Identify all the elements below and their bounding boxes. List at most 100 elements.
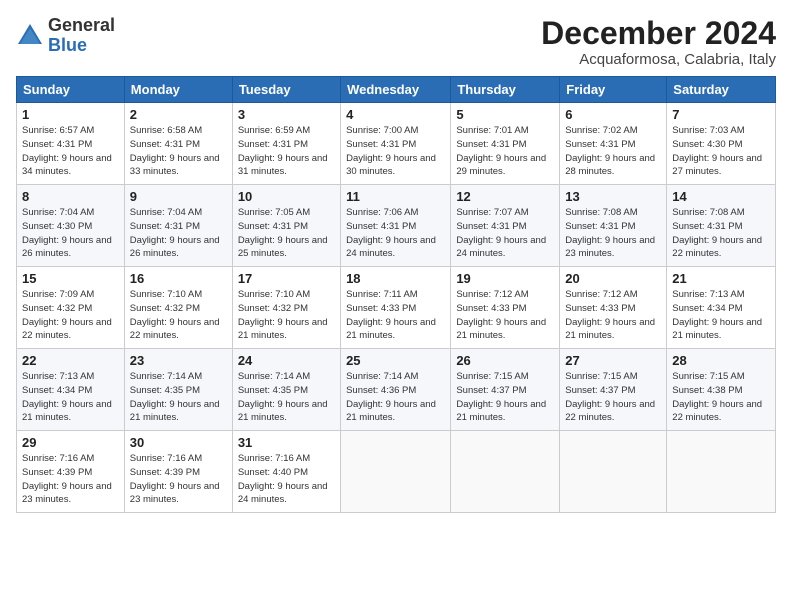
- day-info: Sunrise: 7:16 AMSunset: 4:39 PMDaylight:…: [130, 453, 220, 505]
- calendar-table: SundayMondayTuesdayWednesdayThursdayFrid…: [16, 76, 776, 513]
- calendar-week-row: 15 Sunrise: 7:09 AMSunset: 4:32 PMDaylig…: [17, 267, 776, 349]
- calendar-header-row: SundayMondayTuesdayWednesdayThursdayFrid…: [17, 77, 776, 103]
- day-info: Sunrise: 7:01 AMSunset: 4:31 PMDaylight:…: [456, 125, 546, 177]
- day-number: 8: [22, 189, 119, 204]
- day-number: 25: [346, 353, 445, 368]
- day-info: Sunrise: 7:16 AMSunset: 4:40 PMDaylight:…: [238, 453, 328, 505]
- day-info: Sunrise: 6:59 AMSunset: 4:31 PMDaylight:…: [238, 125, 328, 177]
- day-info: Sunrise: 7:15 AMSunset: 4:37 PMDaylight:…: [565, 371, 655, 423]
- calendar-cell: 4 Sunrise: 7:00 AMSunset: 4:31 PMDayligh…: [341, 103, 451, 185]
- day-number: 9: [130, 189, 227, 204]
- day-number: 28: [672, 353, 770, 368]
- day-info: Sunrise: 7:10 AMSunset: 4:32 PMDaylight:…: [130, 289, 220, 341]
- day-info: Sunrise: 6:57 AMSunset: 4:31 PMDaylight:…: [22, 125, 112, 177]
- logo-blue-text: Blue: [48, 35, 87, 55]
- calendar-cell: 7 Sunrise: 7:03 AMSunset: 4:30 PMDayligh…: [667, 103, 776, 185]
- calendar-cell: 16 Sunrise: 7:10 AMSunset: 4:32 PMDaylig…: [124, 267, 232, 349]
- day-number: 5: [456, 107, 554, 122]
- day-info: Sunrise: 7:02 AMSunset: 4:31 PMDaylight:…: [565, 125, 655, 177]
- page-container: General Blue December 2024 Acquaformosa,…: [0, 0, 792, 521]
- calendar-cell: 21 Sunrise: 7:13 AMSunset: 4:34 PMDaylig…: [667, 267, 776, 349]
- day-info: Sunrise: 7:07 AMSunset: 4:31 PMDaylight:…: [456, 207, 546, 259]
- day-number: 1: [22, 107, 119, 122]
- calendar-header-wednesday: Wednesday: [341, 77, 451, 103]
- day-number: 13: [565, 189, 661, 204]
- calendar-cell: 26 Sunrise: 7:15 AMSunset: 4:37 PMDaylig…: [451, 349, 560, 431]
- calendar-cell: 8 Sunrise: 7:04 AMSunset: 4:30 PMDayligh…: [17, 185, 125, 267]
- calendar-cell: 12 Sunrise: 7:07 AMSunset: 4:31 PMDaylig…: [451, 185, 560, 267]
- calendar-cell: 10 Sunrise: 7:05 AMSunset: 4:31 PMDaylig…: [232, 185, 340, 267]
- calendar-cell: 24 Sunrise: 7:14 AMSunset: 4:35 PMDaylig…: [232, 349, 340, 431]
- day-number: 7: [672, 107, 770, 122]
- day-info: Sunrise: 7:08 AMSunset: 4:31 PMDaylight:…: [565, 207, 655, 259]
- day-info: Sunrise: 7:05 AMSunset: 4:31 PMDaylight:…: [238, 207, 328, 259]
- calendar-header-monday: Monday: [124, 77, 232, 103]
- calendar-cell: 28 Sunrise: 7:15 AMSunset: 4:38 PMDaylig…: [667, 349, 776, 431]
- day-number: 19: [456, 271, 554, 286]
- day-info: Sunrise: 7:04 AMSunset: 4:30 PMDaylight:…: [22, 207, 112, 259]
- day-info: Sunrise: 7:12 AMSunset: 4:33 PMDaylight:…: [456, 289, 546, 341]
- day-info: Sunrise: 7:09 AMSunset: 4:32 PMDaylight:…: [22, 289, 112, 341]
- day-number: 24: [238, 353, 335, 368]
- calendar-cell: 6 Sunrise: 7:02 AMSunset: 4:31 PMDayligh…: [560, 103, 667, 185]
- day-info: Sunrise: 7:15 AMSunset: 4:38 PMDaylight:…: [672, 371, 762, 423]
- calendar-cell: [451, 431, 560, 513]
- calendar-cell: [341, 431, 451, 513]
- day-number: 22: [22, 353, 119, 368]
- day-number: 15: [22, 271, 119, 286]
- day-number: 31: [238, 435, 335, 450]
- day-number: 11: [346, 189, 445, 204]
- logo-general-text: General: [48, 15, 115, 35]
- day-number: 16: [130, 271, 227, 286]
- day-number: 21: [672, 271, 770, 286]
- day-info: Sunrise: 7:10 AMSunset: 4:32 PMDaylight:…: [238, 289, 328, 341]
- calendar-cell: 27 Sunrise: 7:15 AMSunset: 4:37 PMDaylig…: [560, 349, 667, 431]
- month-title: December 2024: [541, 16, 776, 51]
- calendar-week-row: 8 Sunrise: 7:04 AMSunset: 4:30 PMDayligh…: [17, 185, 776, 267]
- day-info: Sunrise: 7:14 AMSunset: 4:36 PMDaylight:…: [346, 371, 436, 423]
- calendar-cell: 15 Sunrise: 7:09 AMSunset: 4:32 PMDaylig…: [17, 267, 125, 349]
- calendar-cell: 30 Sunrise: 7:16 AMSunset: 4:39 PMDaylig…: [124, 431, 232, 513]
- calendar-cell: 31 Sunrise: 7:16 AMSunset: 4:40 PMDaylig…: [232, 431, 340, 513]
- calendar-cell: 1 Sunrise: 6:57 AMSunset: 4:31 PMDayligh…: [17, 103, 125, 185]
- calendar-week-row: 1 Sunrise: 6:57 AMSunset: 4:31 PMDayligh…: [17, 103, 776, 185]
- day-info: Sunrise: 7:08 AMSunset: 4:31 PMDaylight:…: [672, 207, 762, 259]
- location-title: Acquaformosa, Calabria, Italy: [541, 51, 776, 68]
- day-number: 10: [238, 189, 335, 204]
- day-number: 27: [565, 353, 661, 368]
- day-number: 2: [130, 107, 227, 122]
- calendar-cell: [667, 431, 776, 513]
- calendar-cell: 9 Sunrise: 7:04 AMSunset: 4:31 PMDayligh…: [124, 185, 232, 267]
- day-number: 18: [346, 271, 445, 286]
- day-info: Sunrise: 7:04 AMSunset: 4:31 PMDaylight:…: [130, 207, 220, 259]
- day-info: Sunrise: 7:06 AMSunset: 4:31 PMDaylight:…: [346, 207, 436, 259]
- calendar-header-saturday: Saturday: [667, 77, 776, 103]
- calendar-cell: 3 Sunrise: 6:59 AMSunset: 4:31 PMDayligh…: [232, 103, 340, 185]
- day-number: 4: [346, 107, 445, 122]
- calendar-cell: 13 Sunrise: 7:08 AMSunset: 4:31 PMDaylig…: [560, 185, 667, 267]
- calendar-header-tuesday: Tuesday: [232, 77, 340, 103]
- day-number: 17: [238, 271, 335, 286]
- calendar-cell: [560, 431, 667, 513]
- day-number: 29: [22, 435, 119, 450]
- title-block: December 2024 Acquaformosa, Calabria, It…: [541, 16, 776, 68]
- calendar-cell: 25 Sunrise: 7:14 AMSunset: 4:36 PMDaylig…: [341, 349, 451, 431]
- day-number: 3: [238, 107, 335, 122]
- day-number: 23: [130, 353, 227, 368]
- logo: General Blue: [16, 16, 115, 56]
- day-info: Sunrise: 7:03 AMSunset: 4:30 PMDaylight:…: [672, 125, 762, 177]
- calendar-header-friday: Friday: [560, 77, 667, 103]
- day-info: Sunrise: 7:13 AMSunset: 4:34 PMDaylight:…: [672, 289, 762, 341]
- day-number: 6: [565, 107, 661, 122]
- calendar-cell: 17 Sunrise: 7:10 AMSunset: 4:32 PMDaylig…: [232, 267, 340, 349]
- day-info: Sunrise: 7:16 AMSunset: 4:39 PMDaylight:…: [22, 453, 112, 505]
- day-info: Sunrise: 7:15 AMSunset: 4:37 PMDaylight:…: [456, 371, 546, 423]
- calendar-cell: 23 Sunrise: 7:14 AMSunset: 4:35 PMDaylig…: [124, 349, 232, 431]
- day-info: Sunrise: 7:14 AMSunset: 4:35 PMDaylight:…: [238, 371, 328, 423]
- day-info: Sunrise: 7:00 AMSunset: 4:31 PMDaylight:…: [346, 125, 436, 177]
- calendar-week-row: 29 Sunrise: 7:16 AMSunset: 4:39 PMDaylig…: [17, 431, 776, 513]
- calendar-cell: 18 Sunrise: 7:11 AMSunset: 4:33 PMDaylig…: [341, 267, 451, 349]
- calendar-cell: 14 Sunrise: 7:08 AMSunset: 4:31 PMDaylig…: [667, 185, 776, 267]
- day-number: 12: [456, 189, 554, 204]
- day-info: Sunrise: 6:58 AMSunset: 4:31 PMDaylight:…: [130, 125, 220, 177]
